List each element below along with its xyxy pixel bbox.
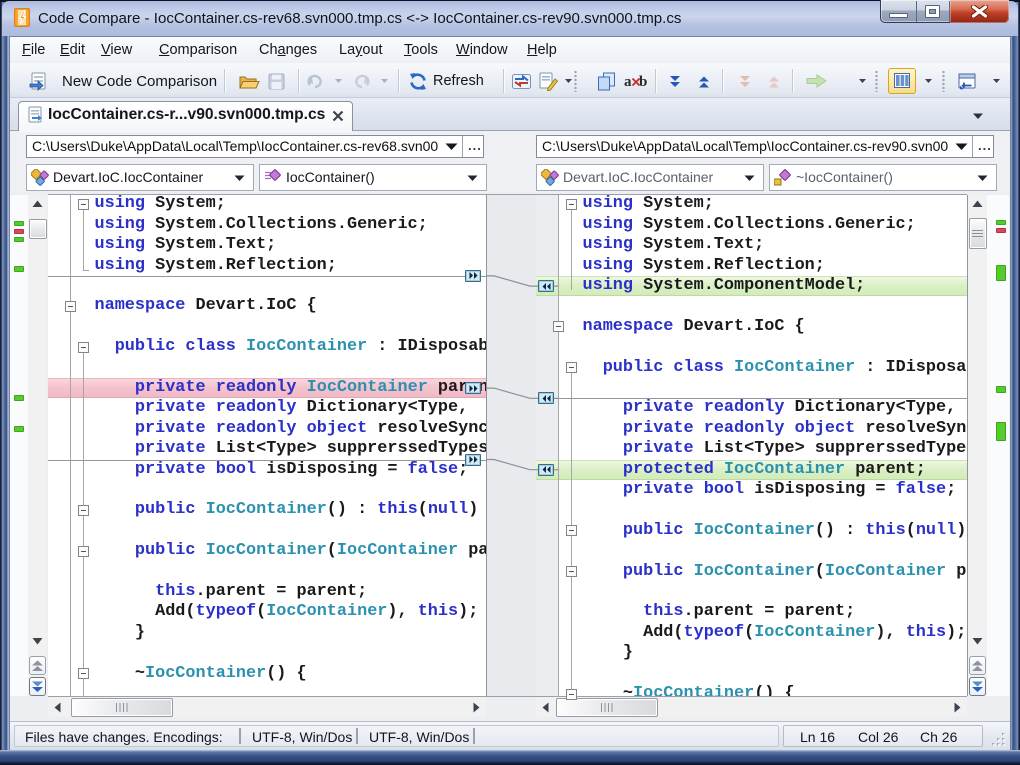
- svg-text:a: a: [624, 74, 632, 90]
- svg-text:b: b: [639, 74, 647, 90]
